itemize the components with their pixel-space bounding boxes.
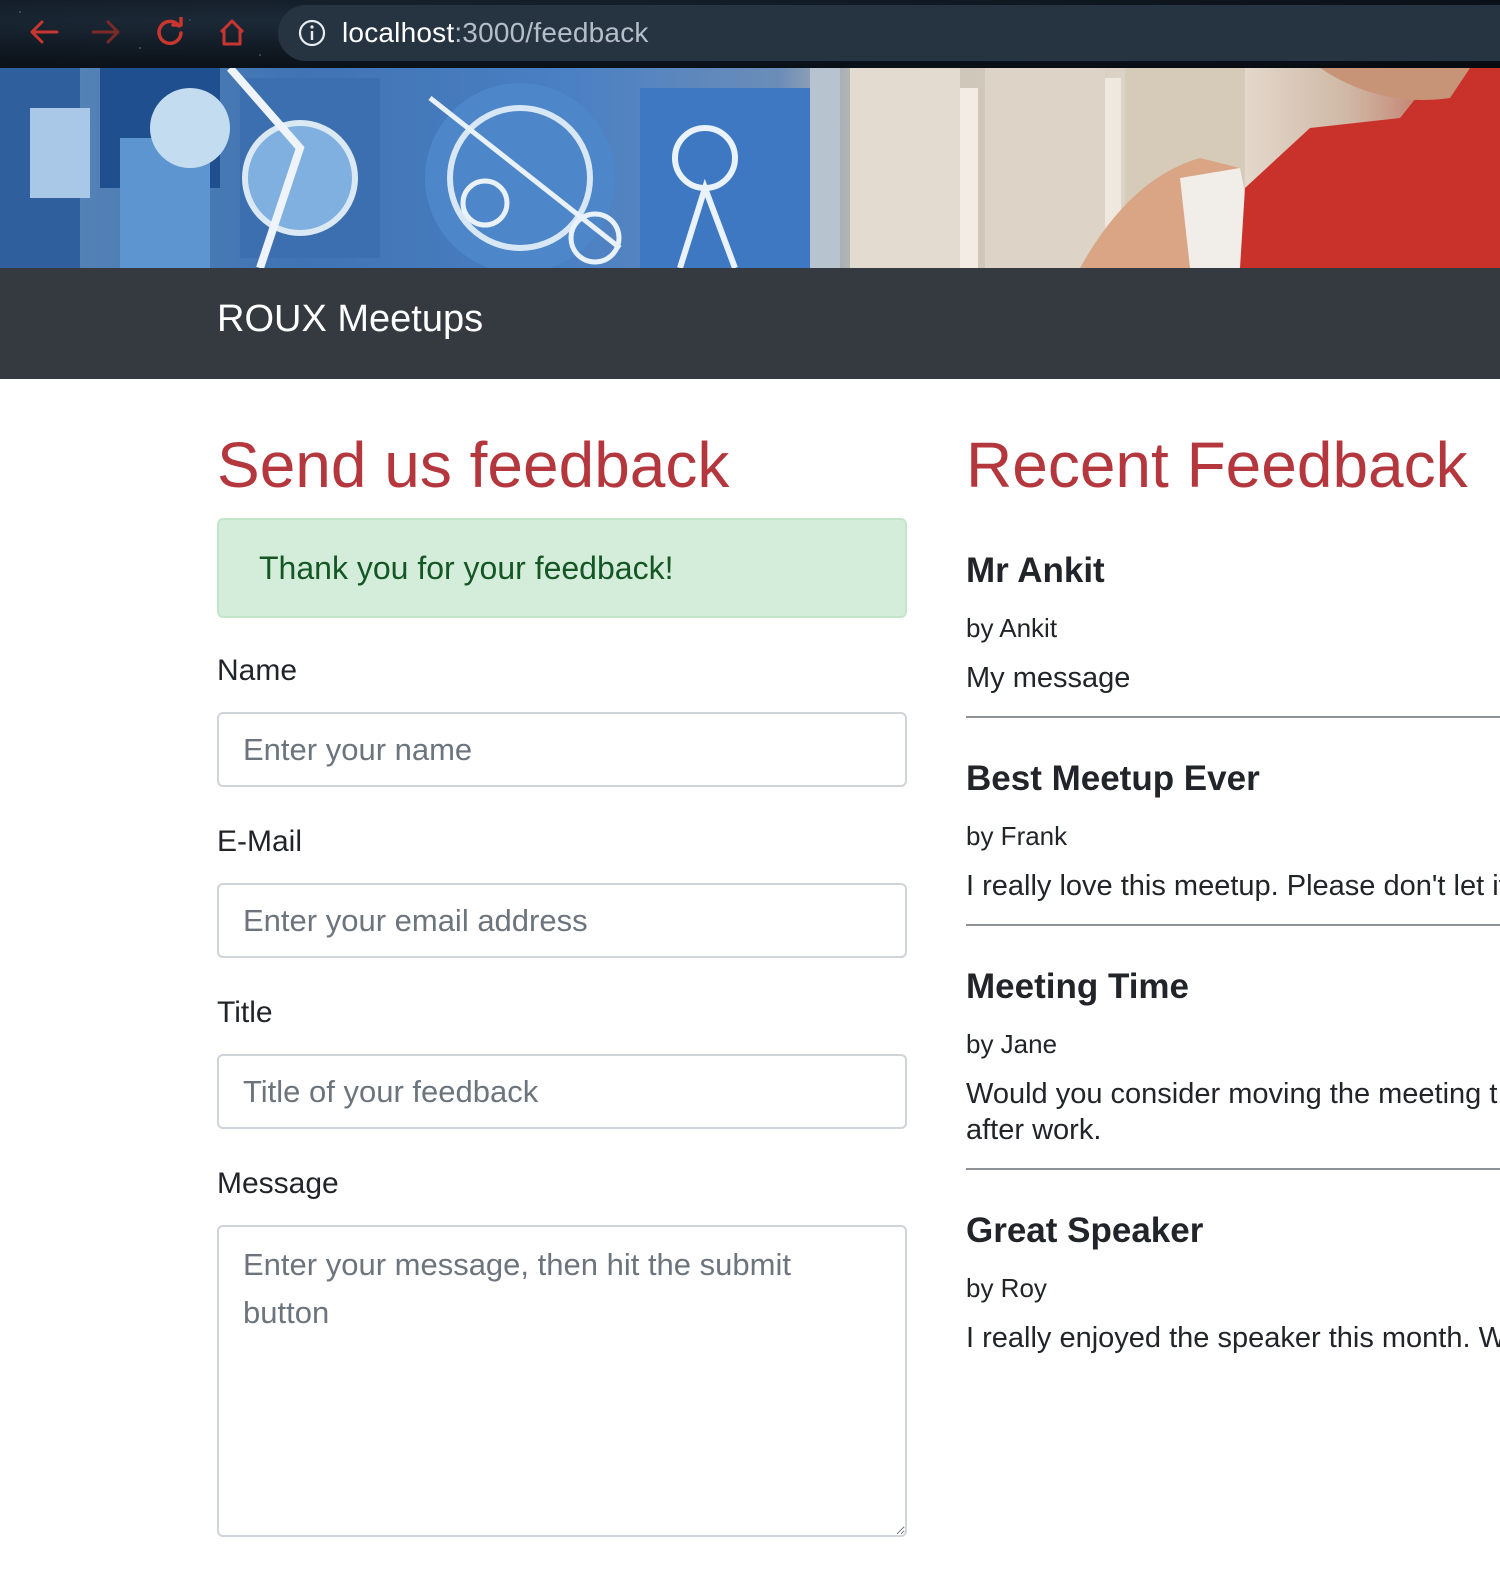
hero-banner-image [0, 68, 1500, 268]
feedback-item-title: Meeting Time [966, 967, 1190, 1006]
feedback-item-message: Would you consider moving the meeting t … [966, 1078, 1500, 1146]
hero-artwork [0, 68, 1500, 268]
feedback-item: Mr Ankit by Ankit My message [966, 546, 1500, 718]
feedback-item-title: Great Speaker [966, 1211, 1204, 1250]
feedback-item-author: by Frank [966, 821, 1068, 851]
email-input[interactable] [217, 883, 907, 958]
feedback-item: Meeting Time by Jane Would you consider … [966, 962, 1500, 1170]
feedback-item-message: I really love this meetup. Please don't … [966, 870, 1500, 902]
url-path: :3000/feedback [454, 17, 649, 48]
feedback-item: Best Meetup Ever by Frank I really love … [966, 754, 1500, 926]
feedback-item-message: My message [966, 662, 1131, 694]
info-icon[interactable] [298, 19, 326, 47]
name-label: Name [217, 654, 298, 687]
feedback-form: Send us feedback Thank you for your feed… [217, 420, 907, 1542]
url-text: localhost:3000/feedback [342, 17, 649, 49]
feedback-item-author: by Roy [966, 1273, 1047, 1303]
name-group: Name [217, 654, 907, 787]
feedback-item-title: Best Meetup Ever [966, 759, 1260, 798]
url-host: localhost [342, 17, 455, 48]
title-group: Title [217, 996, 907, 1129]
message-label: Message [217, 1167, 339, 1200]
recent-feedback: Recent Feedback Mr Ankit by Ankit My mes… [966, 420, 1500, 1412]
success-alert: Thank you for your feedback! [217, 518, 907, 618]
title-label: Title [217, 996, 273, 1029]
address-bar[interactable]: localhost:3000/feedback [278, 5, 1500, 61]
feedback-item-author: by Jane [966, 1029, 1058, 1059]
email-group: E-Mail [217, 825, 907, 958]
browser-toolbar: localhost:3000/feedback [0, 0, 1500, 68]
feedback-item: Great Speaker by Roy I really enjoyed th… [966, 1206, 1500, 1376]
navbar: ROUX Meetups [0, 268, 1500, 379]
feedback-item-message: I really enjoyed the speaker this month.… [966, 1322, 1500, 1354]
feedback-item-author: by Ankit [966, 613, 1058, 643]
form-title: Send us feedback [217, 429, 730, 501]
message-textarea[interactable] [217, 1225, 907, 1537]
home-icon[interactable] [214, 14, 250, 50]
forward-arrow-icon[interactable] [88, 14, 124, 50]
recent-feedback-title: Recent Feedback [966, 429, 1468, 501]
message-group: Message [217, 1167, 907, 1542]
feedback-item-title: Mr Ankit [966, 551, 1105, 590]
back-arrow-icon[interactable] [26, 14, 62, 50]
name-input[interactable] [217, 712, 907, 787]
reload-icon[interactable] [152, 14, 188, 50]
email-label: E-Mail [217, 825, 303, 858]
brand-link[interactable]: ROUX Meetups [217, 298, 483, 341]
title-input[interactable] [217, 1054, 907, 1129]
